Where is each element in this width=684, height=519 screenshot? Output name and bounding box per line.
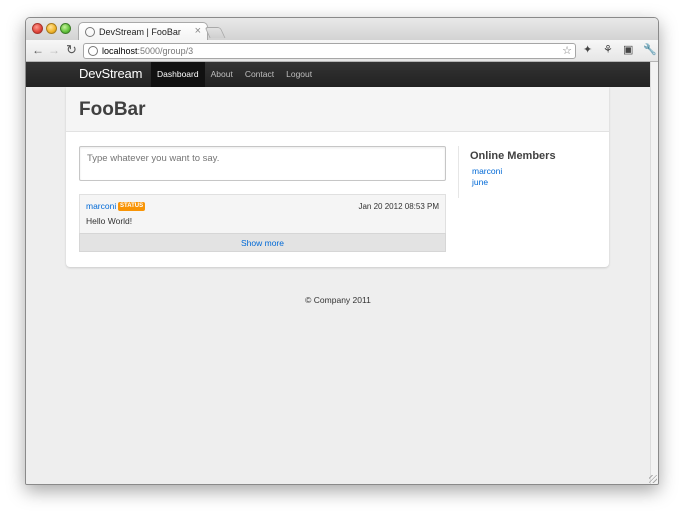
nav-item-contact[interactable]: Contact — [239, 62, 280, 87]
brand-link[interactable]: DevStream — [79, 66, 142, 81]
member-link[interactable]: june — [472, 177, 502, 188]
back-button[interactable]: ← — [32, 43, 44, 57]
post-item: marconi STATUS Jan 20 2012 08:53 PM Hell… — [79, 194, 446, 234]
extension-icon[interactable]: ✦ — [583, 43, 592, 56]
bookmark-star-icon[interactable]: ☆ — [562, 44, 572, 57]
extension-icon[interactable]: ⚘ — [603, 43, 613, 56]
page-header: FooBar — [66, 87, 609, 132]
browser-window: DevStream | FooBar × ← → ↻ localhost:500… — [25, 17, 659, 485]
browser-toolbar: ← → ↻ localhost:5000/group/3 ☆ ✦ ⚘ ▣ 🔧 — [26, 40, 658, 62]
close-window-button[interactable] — [32, 23, 43, 34]
forward-button[interactable]: → — [48, 43, 60, 57]
member-link[interactable]: marconi — [472, 166, 502, 177]
zoom-window-button[interactable] — [60, 23, 71, 34]
url-path: :5000/group/3 — [137, 46, 194, 56]
browser-tab[interactable]: DevStream | FooBar × — [78, 22, 208, 41]
url-host: localhost — [102, 46, 138, 56]
content-box: FooBar marconi STATUS Jan 20 2012 08:53 … — [66, 87, 609, 267]
url-text: localhost:5000/group/3 — [102, 46, 193, 56]
address-bar[interactable]: localhost:5000/group/3 ☆ — [83, 43, 576, 59]
show-more-button[interactable]: Show more — [79, 233, 446, 252]
post-body: Hello World! — [86, 216, 133, 226]
footer: © Company 2011 — [305, 295, 371, 305]
post-author-link[interactable]: marconi — [86, 201, 116, 211]
top-navbar: DevStream Dashboard About Contact Logout — [26, 62, 650, 87]
nav-item-logout[interactable]: Logout — [280, 62, 318, 87]
post-timestamp: Jan 20 2012 08:53 PM — [358, 202, 439, 211]
scrollbar[interactable] — [650, 62, 658, 484]
status-input[interactable] — [79, 146, 446, 181]
status-badge: STATUS — [118, 202, 146, 211]
sidebar-divider — [458, 146, 459, 198]
online-members-list: marconi june — [472, 166, 502, 188]
page-title: FooBar — [79, 99, 146, 120]
extension-icon[interactable]: ▣ — [623, 43, 633, 56]
reload-button[interactable]: ↻ — [66, 42, 77, 58]
nav-menu: Dashboard About Contact Logout — [151, 62, 318, 87]
tab-strip: DevStream | FooBar × — [26, 18, 658, 41]
page-info-icon[interactable] — [88, 46, 98, 56]
tab-close-icon[interactable]: × — [195, 25, 201, 37]
page-favicon-icon — [85, 27, 95, 37]
nav-item-dashboard[interactable]: Dashboard — [151, 62, 205, 87]
page-viewport: DevStream Dashboard About Contact Logout… — [26, 62, 650, 484]
tab-title: DevStream | FooBar — [99, 27, 181, 37]
window-resize-handle[interactable] — [649, 475, 657, 483]
minimize-window-button[interactable] — [46, 23, 57, 34]
wrench-icon[interactable]: 🔧 — [643, 43, 657, 56]
sidebar-title: Online Members — [470, 150, 556, 162]
nav-item-about[interactable]: About — [205, 62, 239, 87]
